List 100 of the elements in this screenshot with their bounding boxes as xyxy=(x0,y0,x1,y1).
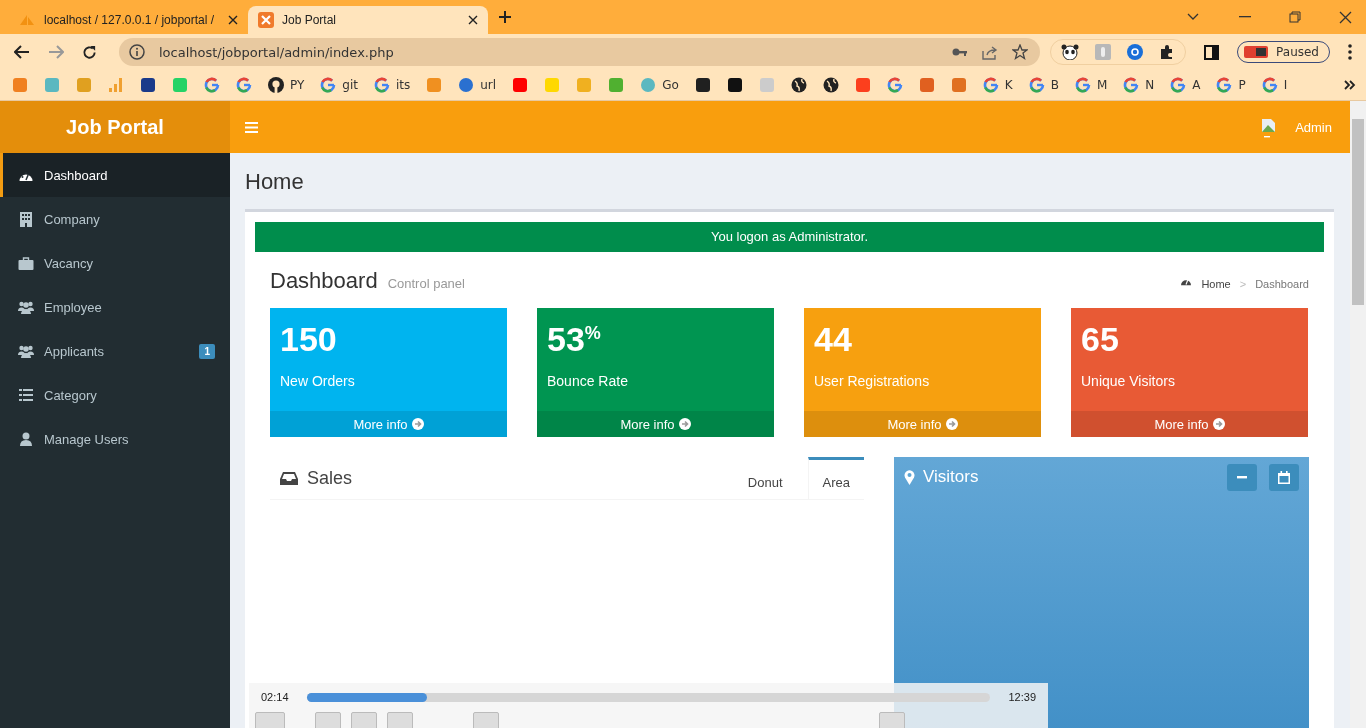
google-icon xyxy=(1170,77,1187,93)
stat-label: User Registrations xyxy=(813,372,931,391)
chevron-right-icon[interactable] xyxy=(1344,80,1356,90)
bookmark[interactable]: Go xyxy=(640,77,679,93)
site-icon[interactable] xyxy=(726,77,743,93)
minus-icon xyxy=(1237,475,1247,479)
collapse-button[interactable] xyxy=(1227,463,1257,491)
scrollbar[interactable] xyxy=(1350,101,1366,728)
minimize-icon[interactable] xyxy=(1239,16,1251,18)
star-icon[interactable] xyxy=(1012,44,1029,60)
building-icon xyxy=(18,211,34,227)
stat-label: Unique Visitors xyxy=(1080,372,1176,391)
bookmark[interactable]: K xyxy=(982,77,1013,93)
google-icon[interactable] xyxy=(236,77,252,93)
bookmark[interactable]: its xyxy=(373,77,411,93)
google-icon xyxy=(1216,77,1233,93)
sidebar-item[interactable]: Company xyxy=(0,197,230,241)
google-icon[interactable] xyxy=(886,77,903,93)
bookmark[interactable]: I xyxy=(1261,77,1288,93)
inbox-icon xyxy=(280,471,298,485)
bookmark[interactable]: B xyxy=(1028,77,1059,93)
success-alert: You logon as Administrator. xyxy=(255,222,1324,252)
bookmark[interactable]: PY xyxy=(268,77,305,93)
site-icon[interactable] xyxy=(694,77,711,93)
chart-tab[interactable]: Donut xyxy=(731,457,799,499)
map-marker-icon xyxy=(904,469,915,485)
list-icon xyxy=(18,389,34,401)
tab-title: localhost / 127.0.0.1 / jobportal / xyxy=(44,13,216,27)
user-icon xyxy=(18,432,34,446)
address-bar[interactable]: localhost/jobportal/admin/index.php xyxy=(119,38,1041,66)
close-icon[interactable] xyxy=(1339,10,1352,24)
google-icon xyxy=(1261,77,1278,93)
stat-value: 65 xyxy=(1080,319,1120,359)
sidebar-item[interactable]: Employee xyxy=(0,285,230,329)
breadcrumb-separator: > xyxy=(1239,278,1247,290)
key-icon[interactable] xyxy=(952,47,969,57)
bookmark[interactable]: N xyxy=(1123,77,1155,93)
google-icon xyxy=(1028,77,1045,93)
bookmark[interactable]: git xyxy=(320,77,358,93)
menu-icon[interactable] xyxy=(245,121,258,133)
at-sign-icon[interactable] xyxy=(1127,44,1144,60)
info-icon xyxy=(129,44,145,60)
browser-tab[interactable]: Job Portal xyxy=(248,6,488,34)
panel-title: Sales xyxy=(307,467,353,489)
app-logo-icon xyxy=(258,12,274,28)
new-tab-icon[interactable] xyxy=(498,10,512,24)
sidebar-item[interactable]: Applicants 1 xyxy=(0,329,230,373)
google-icon[interactable] xyxy=(204,77,220,93)
globe-icon[interactable] xyxy=(790,77,807,93)
close-icon[interactable] xyxy=(228,15,238,25)
bookmark[interactable]: P xyxy=(1216,77,1246,93)
users-icon xyxy=(18,344,34,358)
calendar-button[interactable] xyxy=(1269,463,1299,491)
bookmark[interactable]: A xyxy=(1170,77,1201,93)
calendar-icon xyxy=(1278,470,1290,484)
sidebar-item[interactable]: Vacancy xyxy=(0,241,230,285)
google-icon xyxy=(320,77,337,93)
sidebar-item[interactable]: Dashboard xyxy=(0,153,230,197)
bar-chart-icon[interactable] xyxy=(108,77,124,93)
total-time: 12:39 xyxy=(1008,691,1036,703)
more-info-link[interactable]: More info xyxy=(1071,411,1308,437)
arrow-circle-icon xyxy=(945,418,958,430)
forward-icon[interactable] xyxy=(48,45,64,59)
arrow-circle-icon xyxy=(411,418,424,430)
chevron-down-icon[interactable] xyxy=(1187,13,1199,21)
section-subtitle: Control panel xyxy=(387,276,465,291)
sidebar-item[interactable]: Manage Users xyxy=(0,417,230,461)
sidebar-item[interactable]: Category xyxy=(0,373,230,417)
restore-icon[interactable] xyxy=(1289,11,1301,23)
site-icon[interactable] xyxy=(140,77,156,93)
bookmark[interactable]: M xyxy=(1074,77,1108,93)
stat-label: New Orders xyxy=(279,372,356,391)
globe-icon[interactable] xyxy=(822,77,839,93)
reload-icon[interactable] xyxy=(82,44,97,60)
briefcase-icon xyxy=(18,256,34,270)
panda-icon[interactable] xyxy=(1061,44,1080,60)
stat-value: 53$^{%}$ xyxy=(546,319,602,359)
more-info-link[interactable]: More info xyxy=(537,411,774,437)
page-title: Home xyxy=(245,169,305,195)
chart-tab[interactable]: Area xyxy=(807,457,864,499)
share-icon[interactable] xyxy=(982,44,999,60)
close-icon[interactable] xyxy=(468,15,478,25)
arrow-circle-icon xyxy=(1212,418,1225,430)
stat-label: Bounce Rate xyxy=(546,372,629,391)
back-icon[interactable] xyxy=(14,45,30,59)
panel-title: Visitors xyxy=(923,467,979,487)
section-title: Dashboard xyxy=(270,268,378,294)
sailboat-icon xyxy=(18,13,36,27)
bookmark[interactable]: url xyxy=(458,77,497,93)
google-icon xyxy=(1123,77,1140,93)
side-panel-icon[interactable] xyxy=(1204,44,1220,60)
users-icon xyxy=(18,300,34,314)
breadcrumb-link[interactable]: Home xyxy=(1201,278,1231,290)
more-icon[interactable] xyxy=(1348,44,1352,60)
seek-bar[interactable] xyxy=(306,692,991,702)
google-icon xyxy=(982,77,999,93)
stat-value: 44 xyxy=(813,319,853,359)
count-badge: 1 xyxy=(199,343,215,359)
stat-value: 150 xyxy=(279,319,338,359)
browser-tab[interactable]: localhost / 127.0.0.1 / jobportal / xyxy=(8,6,248,34)
